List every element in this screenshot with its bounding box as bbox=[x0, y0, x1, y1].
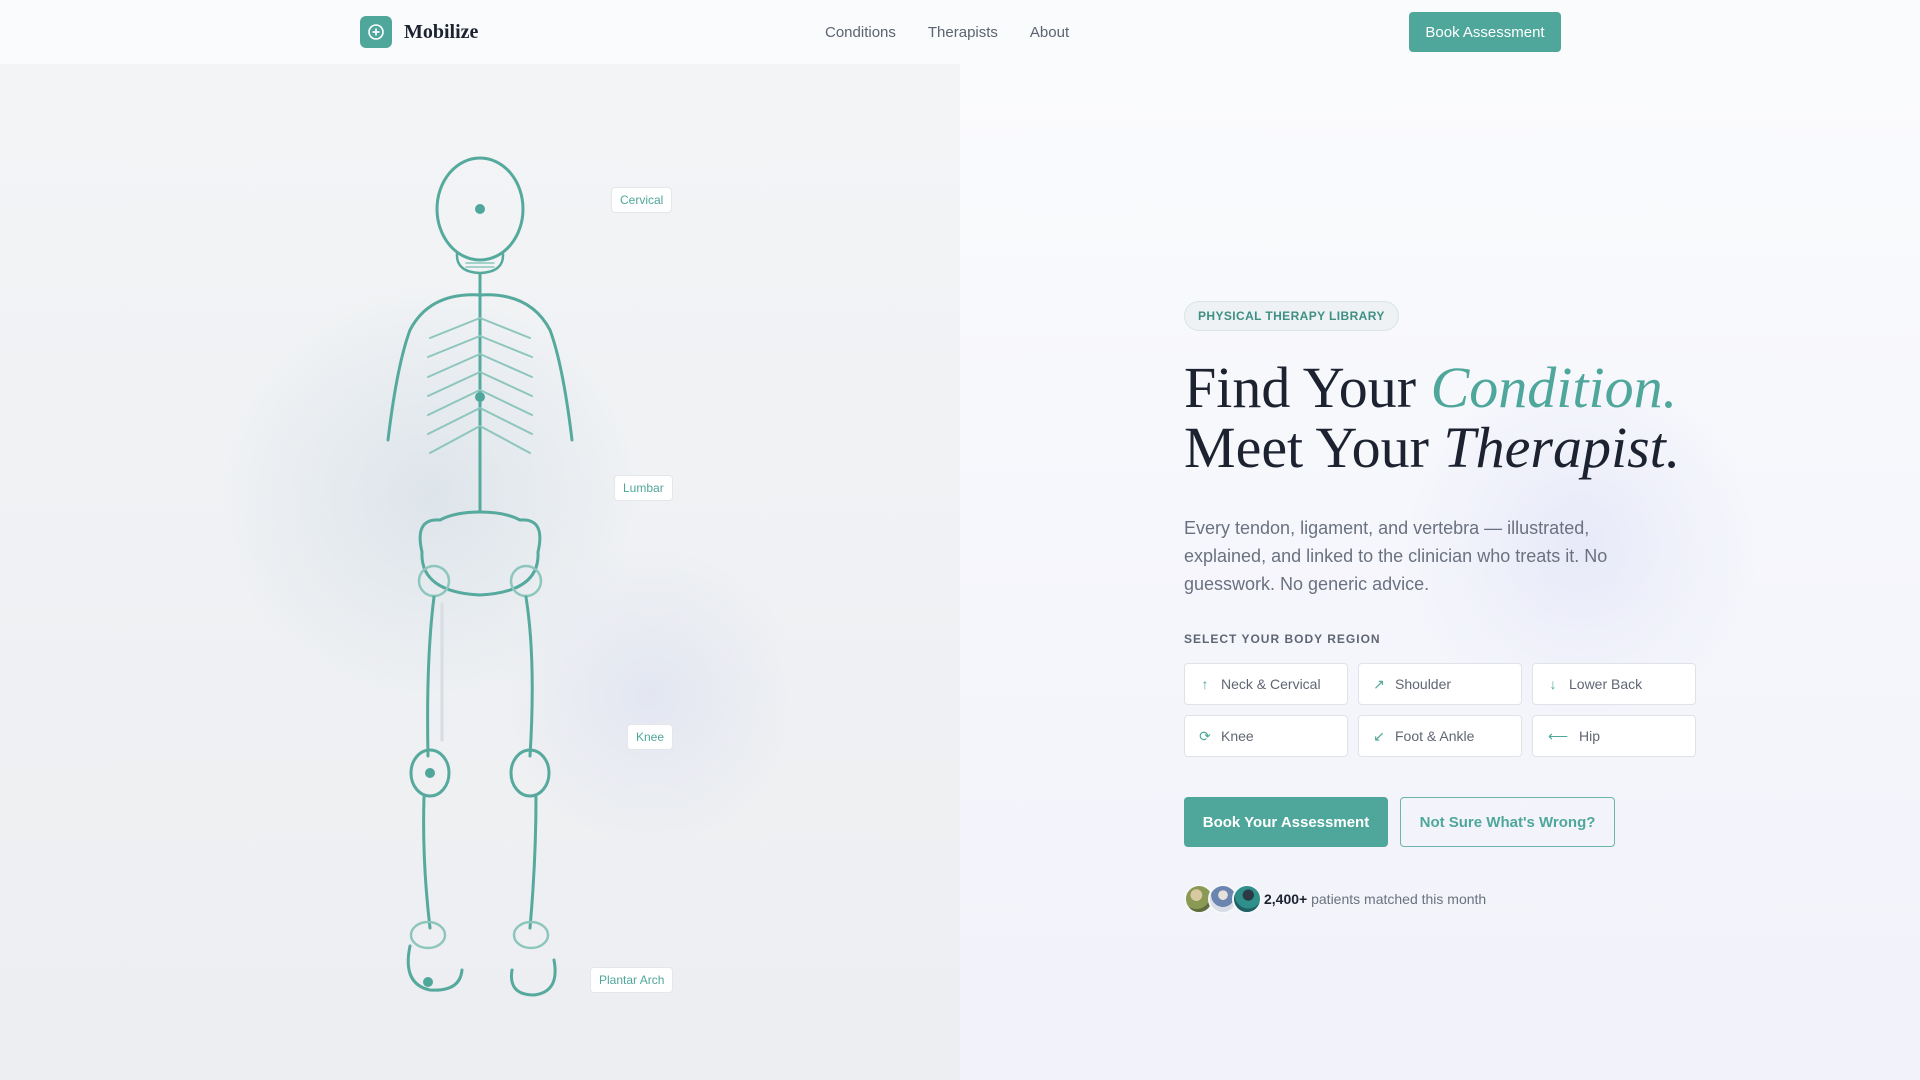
headline-meet-your: Meet Your bbox=[1184, 415, 1444, 480]
nav-link-about[interactable]: About bbox=[1030, 24, 1069, 41]
nav-link-conditions[interactable]: Conditions bbox=[825, 24, 896, 41]
region-tag-plantar-arch[interactable]: Plantar Arch bbox=[590, 967, 674, 993]
avatar bbox=[1232, 884, 1262, 914]
arrow-up-icon: ↑ bbox=[1201, 676, 1209, 692]
pelvis bbox=[418, 510, 542, 597]
headline-find-your: Find Your bbox=[1184, 355, 1431, 420]
book-assessment-button[interactable]: Book Assessment bbox=[1409, 12, 1561, 52]
shin-right bbox=[528, 795, 538, 930]
page-title: Find Your Condition. Meet Your Therapist… bbox=[1184, 358, 1784, 478]
region-label: Shoulder bbox=[1395, 676, 1452, 692]
region-label: Foot & Ankle bbox=[1395, 728, 1475, 744]
plus-circle-icon bbox=[360, 16, 392, 48]
skeleton-illustration bbox=[386, 156, 574, 997]
region-button-neck-cervical[interactable]: ↑ Neck & Cervical bbox=[1184, 663, 1348, 705]
region-label: Knee bbox=[1221, 728, 1254, 744]
anatomy-illustration-panel: Cervical Lumbar Knee Plantar Arch bbox=[0, 64, 960, 1080]
rib-cage-right bbox=[478, 293, 574, 442]
not-sure-button[interactable]: Not Sure What's Wrong? bbox=[1400, 797, 1615, 847]
region-button-hip[interactable]: ⟵ Hip bbox=[1532, 715, 1696, 757]
hero-description: Every tendon, ligament, and vertebra — i… bbox=[1184, 518, 1608, 594]
region-label: Lower Back bbox=[1569, 676, 1643, 692]
brand-name: Mobilize bbox=[404, 20, 479, 43]
foot-left bbox=[406, 944, 464, 992]
region-label: Hip bbox=[1579, 728, 1601, 744]
patients-caption: patients matched this month bbox=[1307, 891, 1487, 907]
femur-left bbox=[426, 595, 436, 758]
arrow-down-icon: ↓ bbox=[1549, 676, 1557, 692]
nav-link-therapists[interactable]: Therapists bbox=[928, 24, 998, 41]
region-label: Neck & Cervical bbox=[1221, 676, 1321, 692]
region-tag-lumbar[interactable]: Lumbar bbox=[614, 475, 673, 501]
arrow-down-left-icon: ↙ bbox=[1373, 727, 1385, 744]
region-tag-knee[interactable]: Knee bbox=[627, 724, 674, 750]
body-region-grid: ↑ Neck & Cervical ↗ Shoulder ↓ Lower Bac… bbox=[1184, 663, 1696, 757]
social-proof: 2,400+ patients matched this month bbox=[1184, 883, 1486, 915]
shin-left bbox=[422, 795, 432, 930]
marker-thoracic bbox=[475, 392, 485, 402]
body-region-label: SELECT YOUR BODY REGION bbox=[1184, 632, 1381, 646]
arrow-up-right-icon: ↗ bbox=[1373, 675, 1385, 692]
main-nav: Conditions Therapists About bbox=[825, 0, 1069, 64]
region-tag-cervical[interactable]: Cervical bbox=[611, 187, 673, 213]
region-button-foot-ankle[interactable]: ↙ Foot & Ankle bbox=[1358, 715, 1522, 757]
rotate-icon: ⟳ bbox=[1199, 727, 1211, 744]
foot-right bbox=[509, 958, 557, 997]
arrow-left-long-icon: ⟵ bbox=[1547, 727, 1569, 744]
patients-count: 2,400+ bbox=[1264, 891, 1308, 907]
rib-cage-left bbox=[386, 293, 482, 442]
patients-matched-text: 2,400+ patients matched this month bbox=[1264, 891, 1486, 907]
avatar-group bbox=[1184, 884, 1264, 914]
headline-condition: Condition. bbox=[1430, 355, 1678, 420]
headline-therapist: Therapist. bbox=[1443, 415, 1681, 480]
hero-content-panel: PHYSICAL THERAPY LIBRARY Find Your Condi… bbox=[960, 64, 1920, 1080]
library-badge: PHYSICAL THERAPY LIBRARY bbox=[1184, 301, 1399, 331]
region-button-knee[interactable]: ⟳ Knee bbox=[1184, 715, 1348, 757]
ankle-left bbox=[409, 920, 447, 950]
marker-cervical bbox=[475, 204, 485, 214]
region-button-lower-back[interactable]: ↓ Lower Back bbox=[1532, 663, 1696, 705]
brand-logo[interactable]: Mobilize bbox=[360, 16, 478, 48]
marker-knee bbox=[425, 768, 435, 778]
marker-plantar bbox=[423, 977, 433, 987]
book-your-assessment-button[interactable]: Book Your Assessment bbox=[1184, 797, 1388, 847]
region-button-shoulder[interactable]: ↗ Shoulder bbox=[1358, 663, 1522, 705]
femur-right bbox=[524, 595, 534, 758]
site-header: Mobilize Conditions Therapists About Boo… bbox=[0, 0, 1920, 64]
